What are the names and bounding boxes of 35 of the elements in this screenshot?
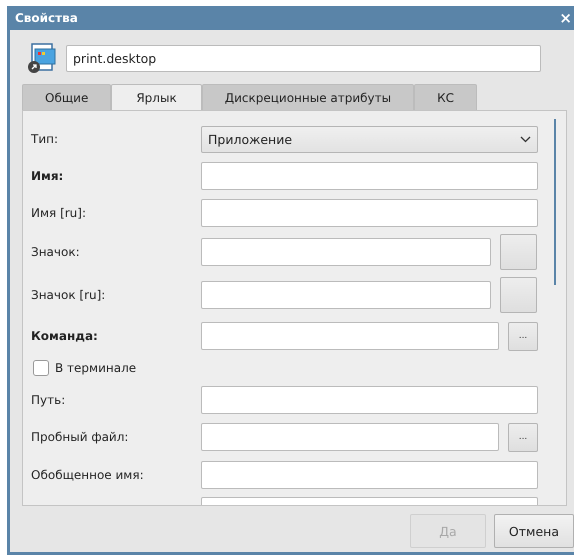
- icon-picker-button[interactable]: [500, 277, 537, 313]
- window-title: Свойства: [15, 11, 78, 25]
- icon-picker-button[interactable]: [500, 234, 537, 270]
- field-label: Обобщенное имя:: [31, 468, 145, 482]
- browse-button[interactable]: ...: [508, 322, 538, 350]
- input-field[interactable]: [201, 198, 538, 226]
- input-field[interactable]: [201, 238, 491, 266]
- type-dropdown[interactable]: Приложение: [201, 126, 538, 152]
- field-label: Команда:: [31, 329, 99, 343]
- tab[interactable]: Общие: [22, 84, 112, 110]
- browse-button[interactable]: ...: [508, 422, 538, 452]
- checkbox[interactable]: [33, 360, 49, 376]
- field-label: Тип:: [31, 132, 60, 146]
- desktop-file-icon: [28, 42, 58, 74]
- field-label: Имя [ru]:: [31, 206, 88, 220]
- close-button[interactable]: ×: [559, 9, 572, 27]
- tab[interactable]: Дискреционные атрибуты: [202, 84, 414, 110]
- tab[interactable]: КС: [414, 84, 478, 110]
- input-field[interactable]: [201, 322, 499, 350]
- input-field[interactable]: [201, 460, 538, 488]
- filename-field[interactable]: print.desktop: [66, 44, 541, 72]
- input-field[interactable]: [201, 423, 499, 451]
- checkbox-label: В терминале: [55, 361, 136, 375]
- field-label: Путь:: [31, 392, 66, 406]
- tab[interactable]: Ярлык: [111, 84, 202, 110]
- input-field[interactable]: [201, 162, 538, 190]
- input-field[interactable]: [201, 386, 538, 414]
- field-label: Значок:: [31, 245, 81, 259]
- chevron-down-icon: [520, 136, 531, 142]
- field-label: Значок [ru]:: [31, 288, 106, 302]
- field-label: Имя:: [31, 168, 64, 182]
- input-field[interactable]: [201, 281, 491, 309]
- field-label: Пробный файл:: [31, 430, 130, 444]
- scrollbar[interactable]: [554, 119, 556, 285]
- dialog-button[interactable]: Отмена: [494, 514, 574, 548]
